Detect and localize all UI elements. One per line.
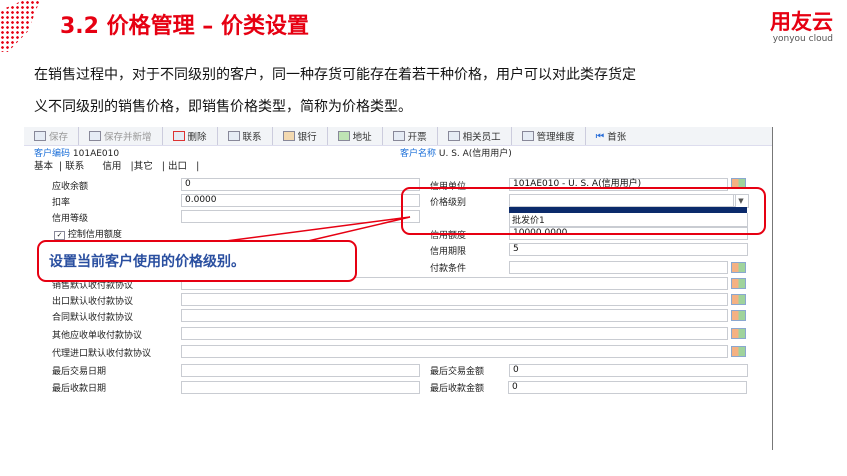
price-level-highlight bbox=[401, 187, 766, 235]
callout-text: 设置当前客户使用的价格级别。 bbox=[37, 240, 357, 282]
callout-pointer bbox=[225, 216, 411, 242]
